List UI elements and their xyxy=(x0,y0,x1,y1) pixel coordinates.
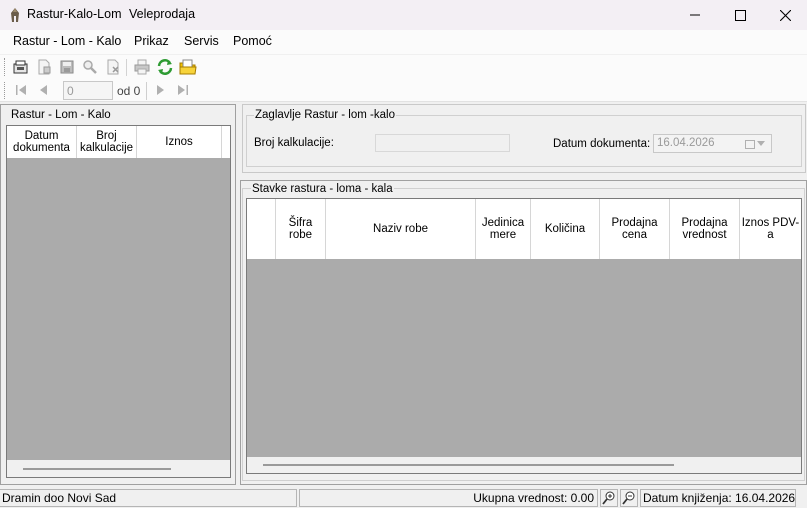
status-company: Dramin doo Novi Sad xyxy=(0,489,297,507)
navigator-grip[interactable] xyxy=(4,82,7,99)
column-header-prodajna-cena[interactable]: Prodajna cena xyxy=(600,199,670,259)
app-logo-icon xyxy=(11,8,19,22)
new-document-button[interactable] xyxy=(10,56,32,78)
previous-record-button[interactable] xyxy=(33,79,55,101)
search-icon xyxy=(83,60,97,74)
next-record-button[interactable] xyxy=(149,79,171,101)
zoom-in-button[interactable] xyxy=(600,489,618,507)
minimize-button[interactable] xyxy=(672,0,718,30)
window-subtitle: Veleprodaja xyxy=(129,7,196,21)
print-button[interactable] xyxy=(131,56,153,78)
first-record-icon xyxy=(16,85,26,95)
column-header-datum-dokumenta[interactable]: Datum dokumenta xyxy=(7,126,77,158)
open-folder-icon xyxy=(179,59,197,75)
scrollbar-thumb[interactable] xyxy=(263,464,674,466)
zoom-in-icon xyxy=(602,491,615,505)
column-header-iznos-pdv[interactable]: Iznos PDV-a xyxy=(740,199,801,259)
zoom-out-button[interactable] xyxy=(620,489,638,507)
print-icon xyxy=(134,59,150,75)
minimize-icon xyxy=(690,14,700,16)
menu-bar: Rastur - Lom - Kalo Prikaz Servis Pomoć xyxy=(0,30,807,54)
save-icon xyxy=(60,60,74,74)
delete-button[interactable] xyxy=(102,56,124,78)
scrollbar-thumb[interactable] xyxy=(23,468,171,470)
add-document-button[interactable] xyxy=(33,56,55,78)
document-list-header: Datum dokumenta Broj kalkulacije Iznos xyxy=(7,126,230,158)
toolbar-grip[interactable] xyxy=(4,58,7,76)
chevron-down-icon xyxy=(757,140,765,146)
column-header-row-selector[interactable] xyxy=(247,199,276,259)
last-record-icon xyxy=(178,85,188,95)
new-document-icon xyxy=(13,60,28,74)
column-header-kolicina[interactable]: Količina xyxy=(531,199,600,259)
toolbar-separator xyxy=(126,59,127,76)
menu-prikaz[interactable]: Prikaz xyxy=(134,34,169,48)
next-record-icon xyxy=(157,85,164,95)
calendar-icon xyxy=(745,139,755,149)
status-total: Ukupna vrednost: 0.00 xyxy=(299,489,598,507)
document-list-grid[interactable]: Datum dokumenta Broj kalkulacije Iznos xyxy=(6,125,231,478)
search-button[interactable] xyxy=(79,56,101,78)
zoom-out-icon xyxy=(622,491,635,505)
items-horizontal-scrollbar[interactable] xyxy=(247,457,801,473)
menu-servis[interactable]: Servis xyxy=(184,34,219,48)
close-button[interactable] xyxy=(762,0,807,30)
close-icon xyxy=(779,9,791,21)
record-count-label: od 0 xyxy=(117,84,141,98)
document-list-horizontal-scrollbar[interactable] xyxy=(7,460,230,477)
maximize-icon xyxy=(734,9,746,21)
record-position-input[interactable] xyxy=(63,81,113,100)
column-header-iznos[interactable]: Iznos xyxy=(137,126,222,158)
column-header-prodajna-vrednost[interactable]: Prodajna vrednost xyxy=(670,199,740,259)
navigator-separator xyxy=(146,82,147,100)
items-grid-header: Šifra robe Naziv robe Jedinica mere Koli… xyxy=(247,199,801,259)
broj-kalkulacije-field[interactable] xyxy=(375,134,510,152)
last-record-button[interactable] xyxy=(172,79,194,101)
refresh-icon xyxy=(157,59,173,75)
open-folder-button[interactable] xyxy=(177,56,199,78)
items-title: Stavke rastura - loma - kala xyxy=(251,183,394,195)
document-header-title: Zaglavlje Rastur - lom -kalo xyxy=(254,109,396,121)
window-title: Rastur-Kalo-Lom xyxy=(27,7,122,21)
column-header-sifra-robe[interactable]: Šifra robe xyxy=(276,199,326,259)
column-header-naziv-robe[interactable]: Naziv robe xyxy=(326,199,476,259)
add-document-icon xyxy=(38,59,51,75)
datum-dropdown-button[interactable] xyxy=(745,137,769,150)
maximize-button[interactable] xyxy=(717,0,763,30)
menu-pomoc[interactable]: Pomoć xyxy=(233,34,272,48)
items-grid[interactable]: Šifra robe Naziv robe Jedinica mere Koli… xyxy=(246,198,802,474)
column-header-broj-kalkulacije[interactable]: Broj kalkulacije xyxy=(77,126,137,158)
status-posting-date: Datum knjiženja: 16.04.2026 xyxy=(640,489,796,507)
previous-record-icon xyxy=(40,85,47,95)
datum-dokumenta-label: Datum dokumenta: xyxy=(553,138,651,150)
refresh-button[interactable] xyxy=(154,56,176,78)
main-toolbar xyxy=(0,55,807,79)
menu-rastur-lom-kalo[interactable]: Rastur - Lom - Kalo xyxy=(13,34,121,48)
document-list-title: Rastur - Lom - Kalo xyxy=(11,109,111,121)
save-button[interactable] xyxy=(56,56,78,78)
column-header-jedinica-mere[interactable]: Jedinica mere xyxy=(476,199,531,259)
first-record-button[interactable] xyxy=(10,79,32,101)
broj-kalkulacije-label: Broj kalkulacije: xyxy=(254,137,334,149)
delete-icon xyxy=(107,59,119,75)
